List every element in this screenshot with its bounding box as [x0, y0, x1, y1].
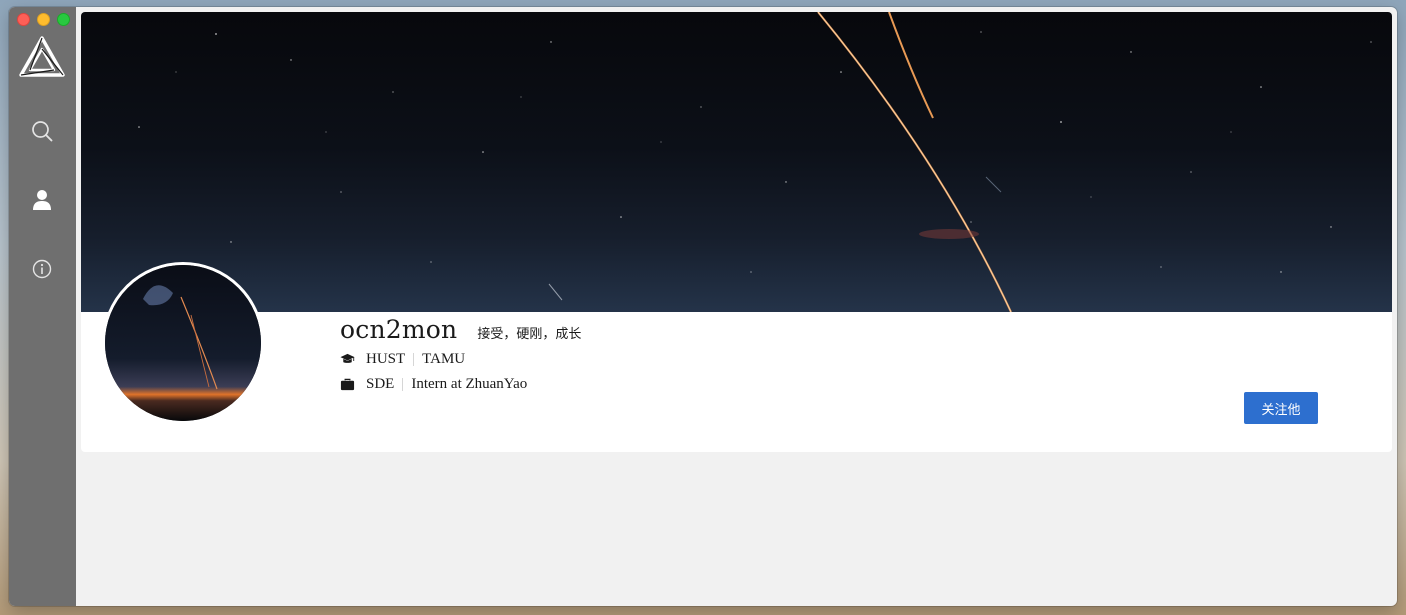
work-company: Intern at ZhuanYao: [411, 376, 528, 392]
divider: [413, 353, 415, 366]
name-row: ocn2mon 接受，硬刚，成长: [340, 315, 1040, 347]
divider: [402, 378, 404, 391]
education-row: HUST TAMU: [340, 347, 1040, 372]
window-close-button[interactable]: [17, 13, 30, 26]
main-content: ocn2mon 接受，硬刚，成长 HUST TAMU SDE Intern at…: [81, 12, 1392, 606]
window-minimize-button[interactable]: [37, 13, 50, 26]
window-maximize-button[interactable]: [57, 13, 70, 26]
briefcase-icon: [340, 378, 355, 391]
profile-banner-image: [81, 12, 1392, 312]
search-icon[interactable]: [29, 118, 55, 144]
username: ocn2mon: [340, 315, 458, 344]
sidebar: [9, 7, 76, 606]
profile-card: ocn2mon 接受，硬刚，成长 HUST TAMU SDE Intern at…: [81, 12, 1392, 452]
education-school-2: TAMU: [422, 351, 466, 367]
work-row: SDE Intern at ZhuanYao: [340, 372, 1040, 397]
work-title: SDE: [366, 376, 395, 392]
education-school-1: HUST: [366, 351, 406, 367]
graduation-cap-icon: [340, 353, 355, 363]
bio: 接受，硬刚，成长: [477, 327, 582, 342]
profile-info: ocn2mon 接受，硬刚，成长 HUST TAMU SDE Intern at…: [340, 315, 1040, 397]
app-window: ocn2mon 接受，硬刚，成长 HUST TAMU SDE Intern at…: [9, 7, 1397, 606]
follow-button[interactable]: 关注他: [1244, 392, 1318, 424]
info-icon[interactable]: [29, 256, 55, 282]
user-icon[interactable]: [29, 187, 55, 213]
avatar[interactable]: [102, 262, 264, 424]
app-logo-icon[interactable]: [18, 35, 66, 79]
